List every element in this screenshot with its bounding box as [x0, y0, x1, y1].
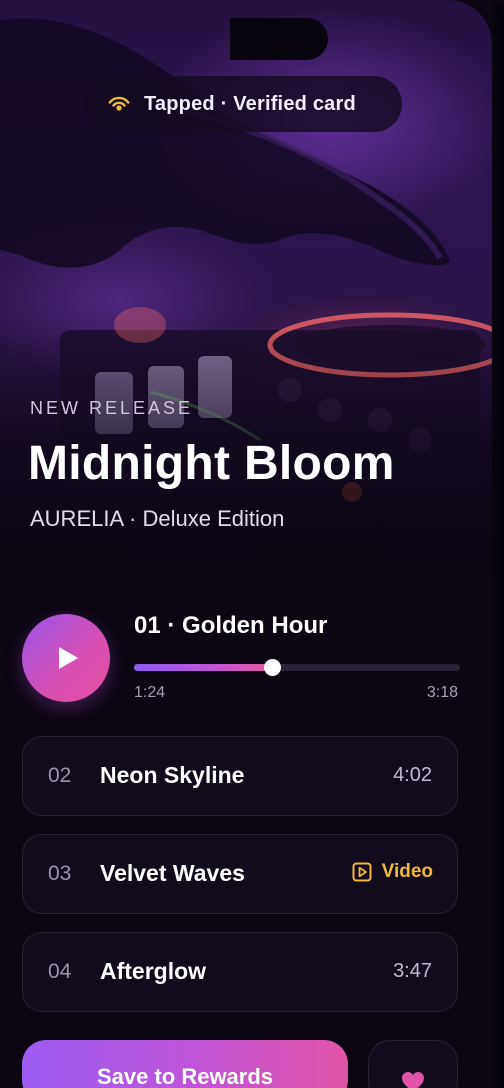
play-icon — [59, 647, 78, 669]
album-title: Midnight Bloom — [28, 437, 395, 490]
track-row[interactable]: 02 Neon Skyline 4:02 — [22, 736, 458, 816]
now-playing-title: 01 · Golden Hour — [134, 612, 328, 639]
video-link[interactable]: Video — [352, 861, 433, 883]
status-badge-text: Tapped · Verified card — [144, 92, 356, 115]
track-duration: 4:02 — [393, 764, 432, 786]
video-label: Video — [381, 861, 433, 882]
app-screen: Tapped · Verified card NEW RELEASE Midni… — [0, 0, 504, 1088]
nfc-signal-icon — [108, 93, 130, 115]
heart-icon — [402, 1072, 424, 1088]
release-eyebrow: NEW RELEASE — [30, 398, 194, 418]
track-number: 04 — [48, 960, 72, 983]
track-row[interactable]: 03 Velvet Waves Video — [22, 834, 458, 914]
track-name: Neon Skyline — [100, 762, 245, 788]
total-time: 3:18 — [426, 684, 458, 701]
progress-fill — [134, 664, 273, 671]
album-subtitle: AURELIA · Deluxe Edition — [30, 506, 285, 531]
primary-action-label: Save to Rewards — [96, 1064, 274, 1088]
device-edge — [490, 0, 504, 1088]
track-name: Afterglow — [100, 958, 207, 984]
track-name: Velvet Waves — [100, 860, 245, 886]
camera-notch — [230, 18, 328, 60]
video-play-icon — [352, 862, 372, 882]
primary-action-button[interactable]: Save to Rewards — [22, 1040, 348, 1088]
track-number: 03 — [48, 862, 72, 885]
elapsed-time: 1:24 — [134, 684, 166, 701]
progress-bar[interactable] — [134, 659, 460, 676]
progress-knob[interactable] — [264, 659, 282, 676]
track-number: 02 — [48, 764, 72, 787]
status-badge: Tapped · Verified card — [84, 76, 402, 132]
favorite-button[interactable] — [368, 1040, 458, 1088]
play-button[interactable] — [22, 614, 110, 702]
track-duration: 3:47 — [393, 960, 432, 982]
track-row[interactable]: 04 Afterglow 3:47 — [22, 932, 458, 1012]
